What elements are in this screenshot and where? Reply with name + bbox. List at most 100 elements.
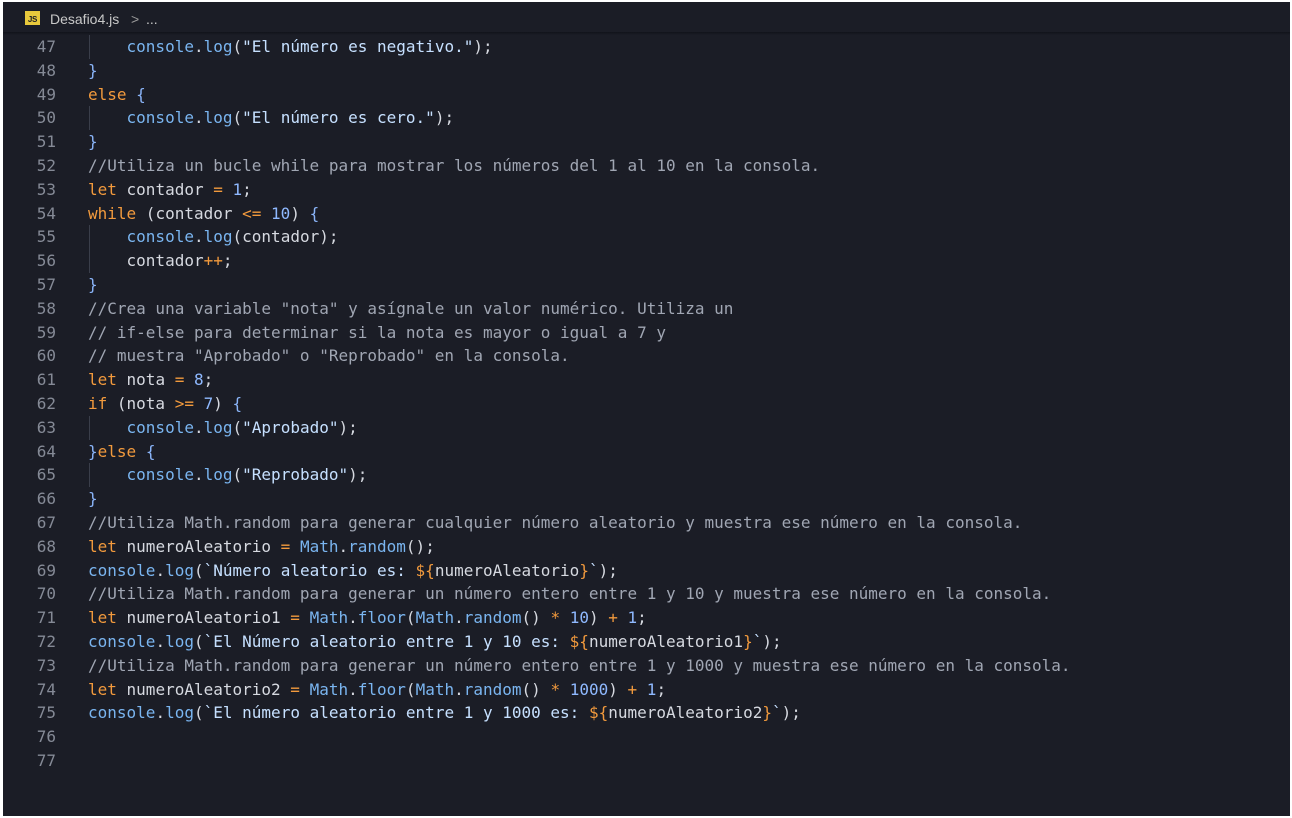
code-line[interactable]: 54 while (contador <= 10) { bbox=[3, 202, 1290, 226]
line-number: 66 bbox=[36, 489, 56, 509]
code-line[interactable]: 67 //Utiliza Math.random para generar cua… bbox=[3, 511, 1290, 535]
code-token: . bbox=[348, 608, 358, 628]
line-number: 75 bbox=[36, 703, 56, 723]
code-token: Math bbox=[415, 608, 455, 628]
code-token: numeroAleatorio1 bbox=[588, 631, 744, 651]
line-number: 62 bbox=[36, 393, 56, 413]
code-token: ( bbox=[232, 108, 243, 128]
code-token: } bbox=[88, 132, 98, 152]
code-line[interactable]: 57} bbox=[3, 273, 1290, 297]
code-token: Math bbox=[415, 679, 455, 699]
code-line[interactable]: 76 bbox=[3, 725, 1290, 749]
editor-window: JS Desafio4.js > ... 47 console.log("El … bbox=[3, 2, 1290, 816]
code-token: nota bbox=[116, 370, 175, 390]
code-token: } bbox=[579, 560, 589, 580]
code-token: . bbox=[348, 679, 358, 699]
line-number: 69 bbox=[36, 560, 56, 580]
code-line[interactable]: 64}else { bbox=[3, 440, 1290, 464]
code-token: //Utiliza Math.random para generar un nú… bbox=[88, 655, 1071, 675]
code-token: 1000 bbox=[569, 679, 609, 699]
code-token: ` bbox=[588, 560, 599, 580]
code-token: . bbox=[193, 37, 204, 56]
code-token: . bbox=[193, 227, 204, 247]
code-token: . bbox=[155, 631, 166, 651]
code-token: let bbox=[88, 179, 117, 199]
code-line[interactable]: 65 console.log("Reprobado"); bbox=[3, 463, 1290, 488]
code-text: //Utiliza Math.random para generar un nú… bbox=[88, 582, 1051, 606]
code-line[interactable]: 69 console.log(`Número aleatorio es: ${nu… bbox=[3, 559, 1290, 583]
code-token: let bbox=[88, 536, 117, 556]
code-token: if bbox=[88, 393, 108, 413]
code-text: console.log(`El número aleatorio entre 1… bbox=[88, 701, 801, 725]
line-number: 48 bbox=[36, 60, 56, 80]
code-line[interactable]: 50 console.log("El número es cero."); bbox=[3, 106, 1290, 131]
code-line[interactable]: 63 console.log("Aprobado"); bbox=[3, 415, 1290, 440]
code-token: contador bbox=[116, 179, 214, 199]
code-line[interactable]: 66} bbox=[3, 487, 1290, 511]
code-line[interactable]: 75 console.log(`El número aleatorio entre… bbox=[3, 701, 1290, 725]
code-line[interactable]: 60 // muestra "Aprobado" o "Reprobado" en… bbox=[3, 344, 1290, 368]
code-line[interactable]: 48} bbox=[3, 59, 1290, 83]
code-line[interactable]: 68 let numeroAleatorio = Math.random(); bbox=[3, 535, 1290, 559]
code-line[interactable]: 55 console.log(contador); bbox=[3, 225, 1290, 250]
breadcrumb-symbols[interactable]: ... bbox=[146, 10, 158, 28]
code-token: console bbox=[88, 703, 156, 723]
code-token: <= bbox=[242, 203, 262, 223]
code-token: 10 bbox=[569, 608, 589, 628]
code-token: numeroAleatorio2 bbox=[116, 679, 291, 699]
code-line[interactable]: 77 bbox=[3, 749, 1290, 773]
code-line[interactable]: 51} bbox=[3, 130, 1290, 154]
code-line[interactable]: 73 //Utiliza Math.random para generar un … bbox=[3, 654, 1290, 678]
code-line[interactable]: 47 console.log("El número es negativo.")… bbox=[3, 35, 1290, 59]
code-token: `El número aleatorio entre 1 y 1000 es: bbox=[203, 703, 589, 723]
code-line[interactable]: 71 let numeroAleatorio1 = Math.floor(Math… bbox=[3, 606, 1290, 630]
code-token: 10 bbox=[271, 203, 291, 223]
code-line[interactable]: 49 else { bbox=[3, 83, 1290, 107]
code-line[interactable]: 58 //Crea una variable "nota" y asígnale … bbox=[3, 297, 1290, 321]
code-token: log bbox=[165, 631, 194, 651]
code-token: = bbox=[213, 179, 223, 199]
code-token: = bbox=[174, 370, 185, 390]
code-line[interactable]: 52 //Utiliza un bucle while para mostrar … bbox=[3, 154, 1290, 178]
code-text: // muestra "Aprobado" o "Reprobado" en l… bbox=[88, 344, 570, 368]
code-token: . bbox=[454, 608, 464, 628]
code-token: ; bbox=[242, 179, 252, 199]
code-line[interactable]: 59 // if-else para determinar si la nota … bbox=[3, 321, 1290, 345]
code-token: `El Número aleatorio entre 1 y 10 es: bbox=[203, 631, 570, 651]
code-token: + bbox=[608, 608, 618, 628]
code-token: Math bbox=[309, 608, 349, 628]
breadcrumb: JS Desafio4.js > ... bbox=[3, 2, 1290, 32]
code-line[interactable]: 70 //Utiliza Math.random para generar un … bbox=[3, 582, 1290, 606]
code-line[interactable]: 61 let nota = 8; bbox=[3, 368, 1290, 392]
code-token: ${ bbox=[415, 560, 435, 580]
line-number: 53 bbox=[36, 179, 56, 199]
code-token: = bbox=[280, 536, 291, 556]
code-text: //Utiliza Math.random para generar cualq… bbox=[88, 511, 1022, 535]
code-token: //Utiliza Math.random para generar un nú… bbox=[88, 584, 1052, 604]
line-number: 72 bbox=[36, 631, 56, 651]
line-number: 73 bbox=[36, 655, 56, 675]
code-line[interactable]: 72 console.log(`El Número aleatorio entre… bbox=[3, 630, 1290, 654]
code-line[interactable]: 74 let numeroAleatorio2 = Math.floor(Math… bbox=[3, 678, 1290, 702]
line-number: 52 bbox=[36, 155, 56, 175]
code-token: } bbox=[762, 703, 772, 723]
code-token: log bbox=[203, 37, 233, 56]
breadcrumb-file-name[interactable]: Desafio4.js bbox=[50, 10, 119, 28]
code-editor[interactable]: 47 console.log("El número es negativo.")… bbox=[3, 35, 1290, 773]
code-line[interactable]: 56 contador++; bbox=[3, 249, 1290, 273]
code-token: let bbox=[88, 679, 117, 699]
code-token: contador bbox=[126, 251, 204, 271]
code-text: } bbox=[88, 130, 98, 154]
code-text: let numeroAleatorio1 = Math.floor(Math.r… bbox=[88, 606, 647, 630]
code-token: = bbox=[290, 679, 300, 699]
code-token: ; bbox=[203, 370, 214, 390]
code-line[interactable]: 53 let contador = 1; bbox=[3, 178, 1290, 202]
code-line[interactable]: 62 if (nota >= 7) { bbox=[3, 392, 1290, 416]
